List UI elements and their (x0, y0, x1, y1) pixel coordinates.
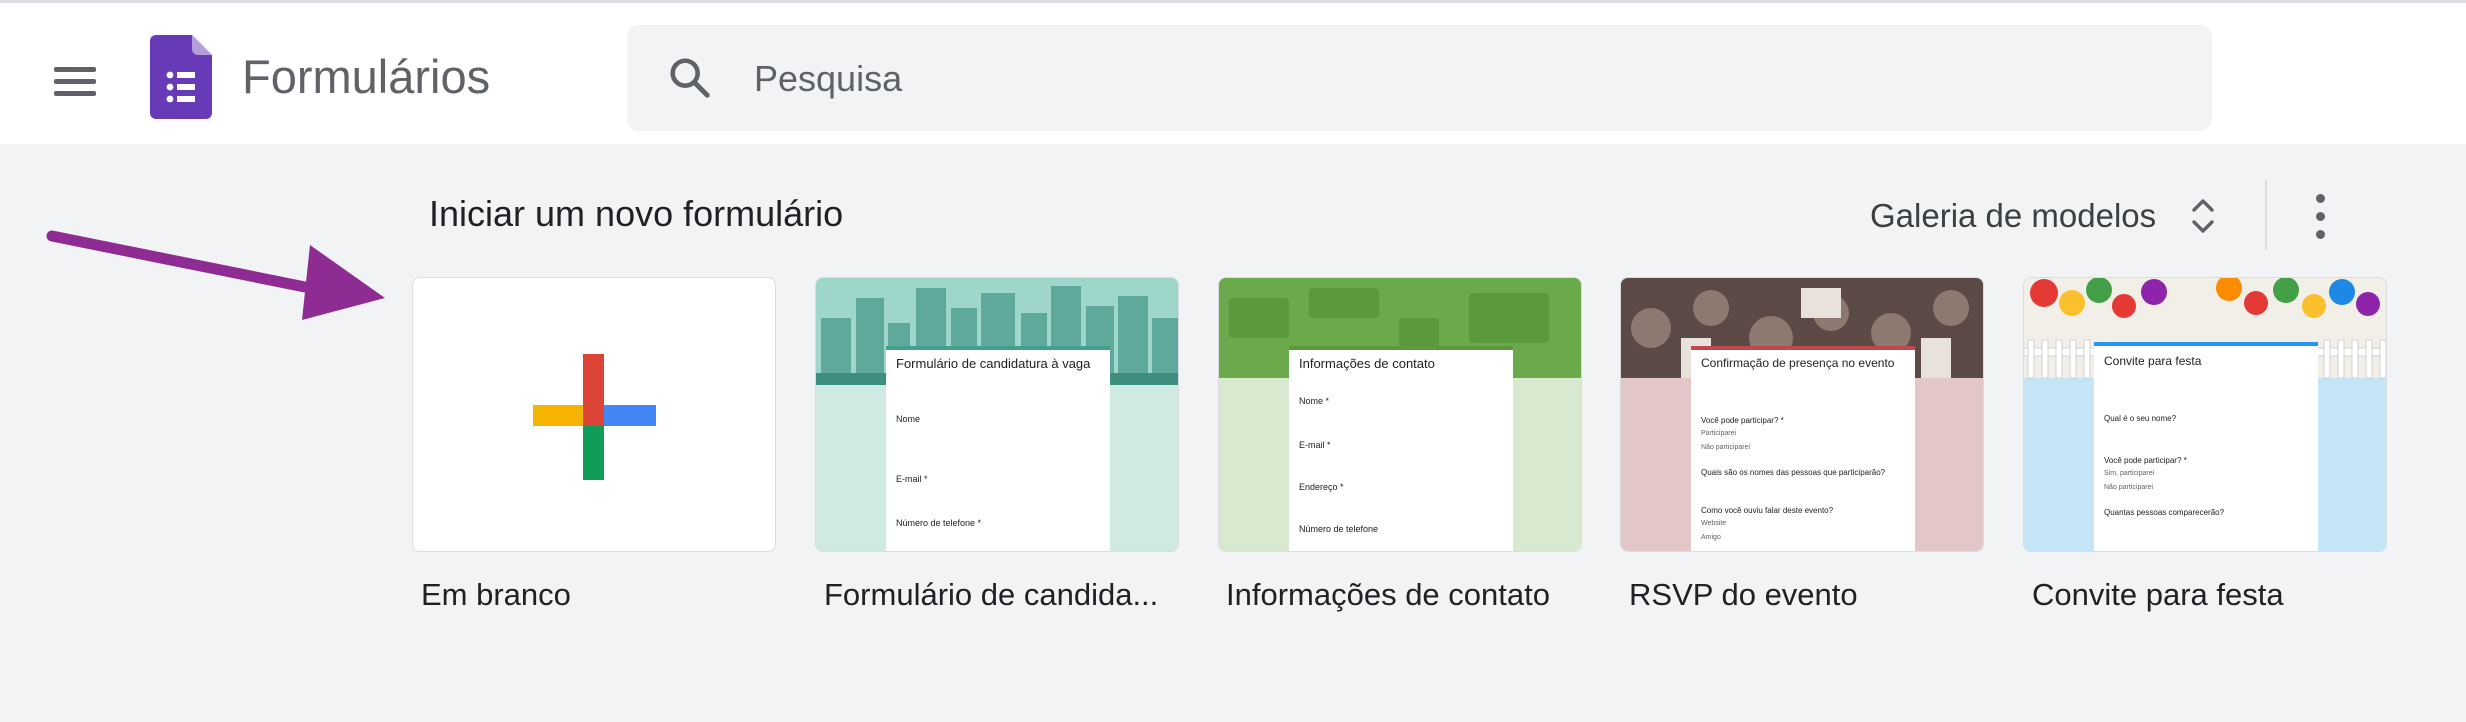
hamburger-icon-line (54, 91, 96, 96)
preview-field: Qual é o seu nome? (2104, 414, 2177, 423)
more-vert-icon-dot (2316, 212, 2325, 221)
template-gallery-button[interactable]: Galeria de modelos (1870, 188, 2218, 244)
template-card-rsvp[interactable]: Confirmação de presença no evento Você p… (1620, 277, 1984, 552)
preview-title: Convite para festa (2104, 354, 2202, 368)
preview-option: Sim, participarei (2104, 470, 2155, 477)
section-title: Iniciar um novo formulário (429, 193, 844, 234)
template-card-job-application[interactable]: Formulário de candidatura à vaga Nome E-… (815, 277, 1179, 552)
preview-field: Quais são os nomes das pessoas que parti… (1701, 468, 1886, 477)
app-title: Formulários (242, 50, 491, 103)
preview-field: Você pode participar? * (1701, 416, 1784, 425)
contact-info-preview (1219, 278, 1581, 551)
preview-field: Como você ouviu falar deste evento? (1701, 506, 1834, 515)
preview-field: Nome (896, 414, 921, 424)
preview-field: Quantas pessoas comparecerão? (2104, 508, 2225, 517)
preview-title: Informações de contato (1299, 356, 1435, 371)
preview-title: Formulário de candidatura à vaga (896, 356, 1091, 371)
preview-option: Amigo (1701, 534, 1721, 541)
plus-icon (533, 354, 656, 480)
hamburger-icon-line (54, 79, 96, 84)
more-options-button[interactable] (2300, 186, 2340, 246)
preview-field: Endereço * (1299, 482, 1344, 492)
search-icon[interactable] (667, 55, 713, 101)
unfold-icon (2192, 199, 2214, 233)
preview-field: E-mail * (896, 474, 928, 484)
preview-field: Número de telefone * (896, 518, 982, 528)
search-input[interactable] (752, 49, 2156, 109)
template-label: Formulário de candida... (824, 577, 1159, 612)
hamburger-icon (54, 67, 96, 72)
template-label: Informações de contato (1226, 577, 1550, 612)
job-application-preview (816, 278, 1178, 551)
preview-field: Você pode participar? * (2104, 456, 2187, 465)
preview-field: Nome * (1299, 396, 1330, 406)
more-vert-icon (2316, 194, 2325, 203)
template-card-contact-info[interactable]: Informações de contato Nome * E-mail * E… (1218, 277, 1582, 552)
template-card-party-invite[interactable]: Convite para festa Qual é o seu nome? Vo… (2023, 277, 2387, 552)
preview-title: Confirmação de presença no evento (1701, 356, 1895, 370)
preview-field: E-mail * (1299, 440, 1331, 450)
template-label: RSVP do evento (1629, 577, 1858, 612)
preview-option: Não participarei (2104, 484, 2154, 491)
search-box[interactable] (627, 25, 2212, 131)
annotation-arrow-icon (46, 230, 385, 320)
top-bar: Formulários (0, 0, 2466, 144)
blank-form-card[interactable] (412, 277, 776, 552)
template-gallery-label: Galeria de modelos (1870, 197, 2157, 234)
toolbar-divider (2265, 180, 2267, 250)
preview-option: Não participarei (1701, 444, 1751, 451)
preview-field: Número de telefone (1299, 524, 1379, 534)
preview-option: Website (1701, 520, 1727, 527)
preview-option: Participarei (1701, 430, 1737, 437)
more-vert-icon-dot (2316, 230, 2325, 239)
template-label: Convite para festa (2032, 577, 2284, 612)
blank-form-label: Em branco (421, 577, 571, 612)
forms-logo-icon[interactable] (150, 35, 212, 119)
main-menu-button[interactable] (40, 47, 110, 117)
